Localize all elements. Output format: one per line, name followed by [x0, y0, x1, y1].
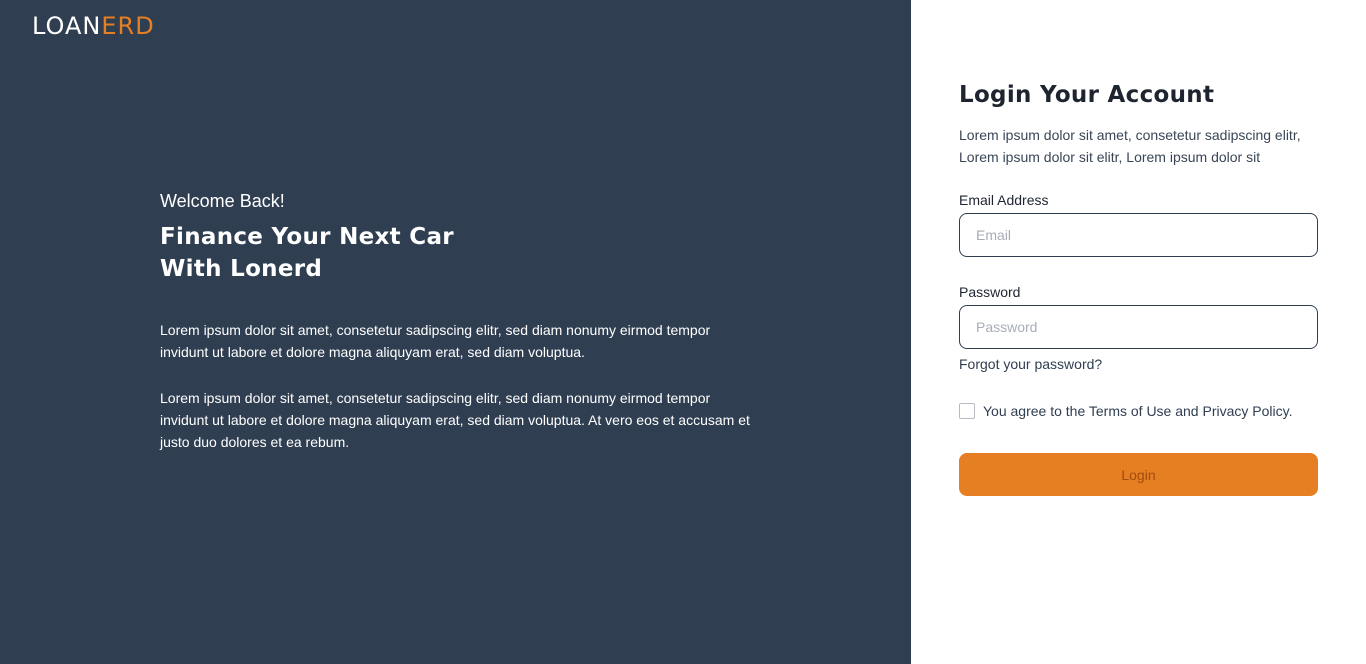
hero-paragraph-1: Lorem ipsum dolor sit amet, consetetur s…: [160, 322, 711, 360]
email-label: Email Address: [959, 192, 1049, 208]
hero-headline: Finance Your Next Car With Lonerd: [160, 221, 480, 285]
terms-label[interactable]: You agree to the Terms of Use and Privac…: [983, 402, 1292, 420]
login-button[interactable]: Login: [959, 453, 1318, 496]
hero-headline-line2: With Lonerd: [160, 256, 323, 282]
login-title: Login Your Account: [959, 82, 1215, 108]
forgot-password-link[interactable]: Forgot your password?: [959, 355, 1102, 373]
hero-paragraph-2: Lorem ipsum dolor sit amet, consetetur s…: [160, 390, 750, 450]
terms-checkbox[interactable]: [959, 403, 975, 419]
email-input[interactable]: [959, 213, 1318, 257]
password-label: Password: [959, 284, 1021, 300]
login-form: Login Your Account Lorem ipsum dolor sit…: [959, 78, 1318, 496]
brand-logo[interactable]: LOAN ERD: [32, 12, 155, 40]
logo-text-loan: LOAN: [32, 12, 102, 40]
login-subtitle: Lorem ipsum dolor sit amet, consetetur s…: [959, 127, 1301, 165]
hero-content: Welcome Back! Finance Your Next Car With…: [160, 189, 760, 453]
welcome-text: Welcome Back!: [160, 191, 285, 211]
terms-agreement: You agree to the Terms of Use and Privac…: [959, 402, 1318, 420]
hero-panel: LOAN ERD Welcome Back! Finance Your Next …: [0, 0, 911, 664]
logo-text-erd: ERD: [101, 12, 155, 40]
hero-headline-line1: Finance Your Next Car: [160, 224, 454, 250]
login-panel: Login Your Account Lorem ipsum dolor sit…: [911, 0, 1366, 664]
password-input[interactable]: [959, 305, 1318, 349]
